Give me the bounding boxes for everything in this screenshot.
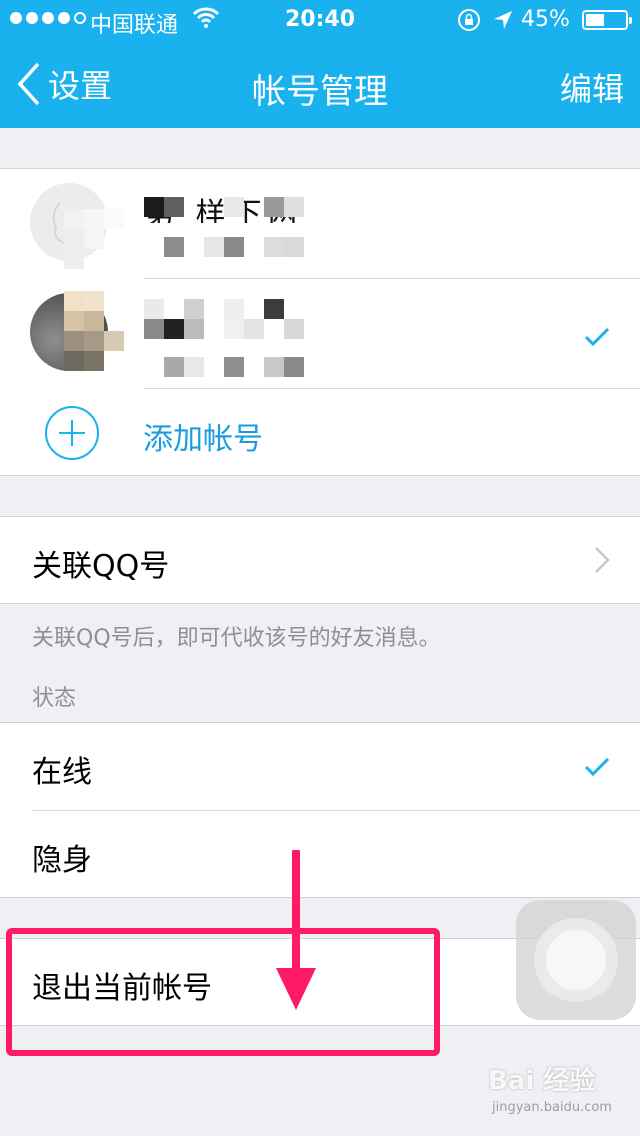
status-option-online[interactable]: 在线 <box>0 723 640 810</box>
assistive-touch-button[interactable] <box>516 900 636 1020</box>
watermark-brand: Bai 经验 <box>488 1066 596 1096</box>
add-circle-icon <box>45 406 99 460</box>
page-title: 帐号管理 <box>252 72 388 112</box>
rotation-lock-icon <box>458 9 480 31</box>
navigation-header: 中国联通 20:40 45% 设置 帐号管理 编辑 <box>0 0 640 128</box>
chevron-right-icon <box>595 547 610 573</box>
link-qq-row[interactable]: 关联QQ号 <box>0 517 640 605</box>
checkmark-icon <box>584 327 610 347</box>
status-bar: 中国联通 20:40 45% <box>0 0 640 40</box>
edit-button[interactable]: 编辑 <box>560 64 624 110</box>
checkmark-icon <box>584 757 610 777</box>
watermark-url: jingyan.baidu.com <box>492 1100 612 1115</box>
annotation-highlight-box <box>6 928 440 1056</box>
battery-icon <box>582 10 632 30</box>
status-option-invisible[interactable]: 隐身 <box>0 811 640 898</box>
account-row[interactable]: 第 样下两 <box>0 169 640 278</box>
link-qq-footnote: 关联QQ号后，即可代收该号的好友消息。 <box>32 626 441 651</box>
account-row[interactable] <box>0 279 640 388</box>
link-qq-section: 关联QQ号 <box>0 516 640 604</box>
add-account-label: 添加帐号 <box>143 422 263 457</box>
link-qq-label: 关联QQ号 <box>32 549 170 584</box>
add-account-button[interactable]: 添加帐号 <box>0 389 640 477</box>
status-section: 在线 隐身 <box>0 722 640 898</box>
status-option-label: 在线 <box>32 755 92 790</box>
accounts-section: 第 样下两 <box>0 168 640 476</box>
annotation-arrow-icon <box>276 850 316 1010</box>
status-section-header: 状态 <box>32 686 77 711</box>
battery-percentage: 45% <box>521 7 570 32</box>
location-arrow-icon <box>494 11 512 29</box>
status-option-label: 隐身 <box>32 843 92 878</box>
